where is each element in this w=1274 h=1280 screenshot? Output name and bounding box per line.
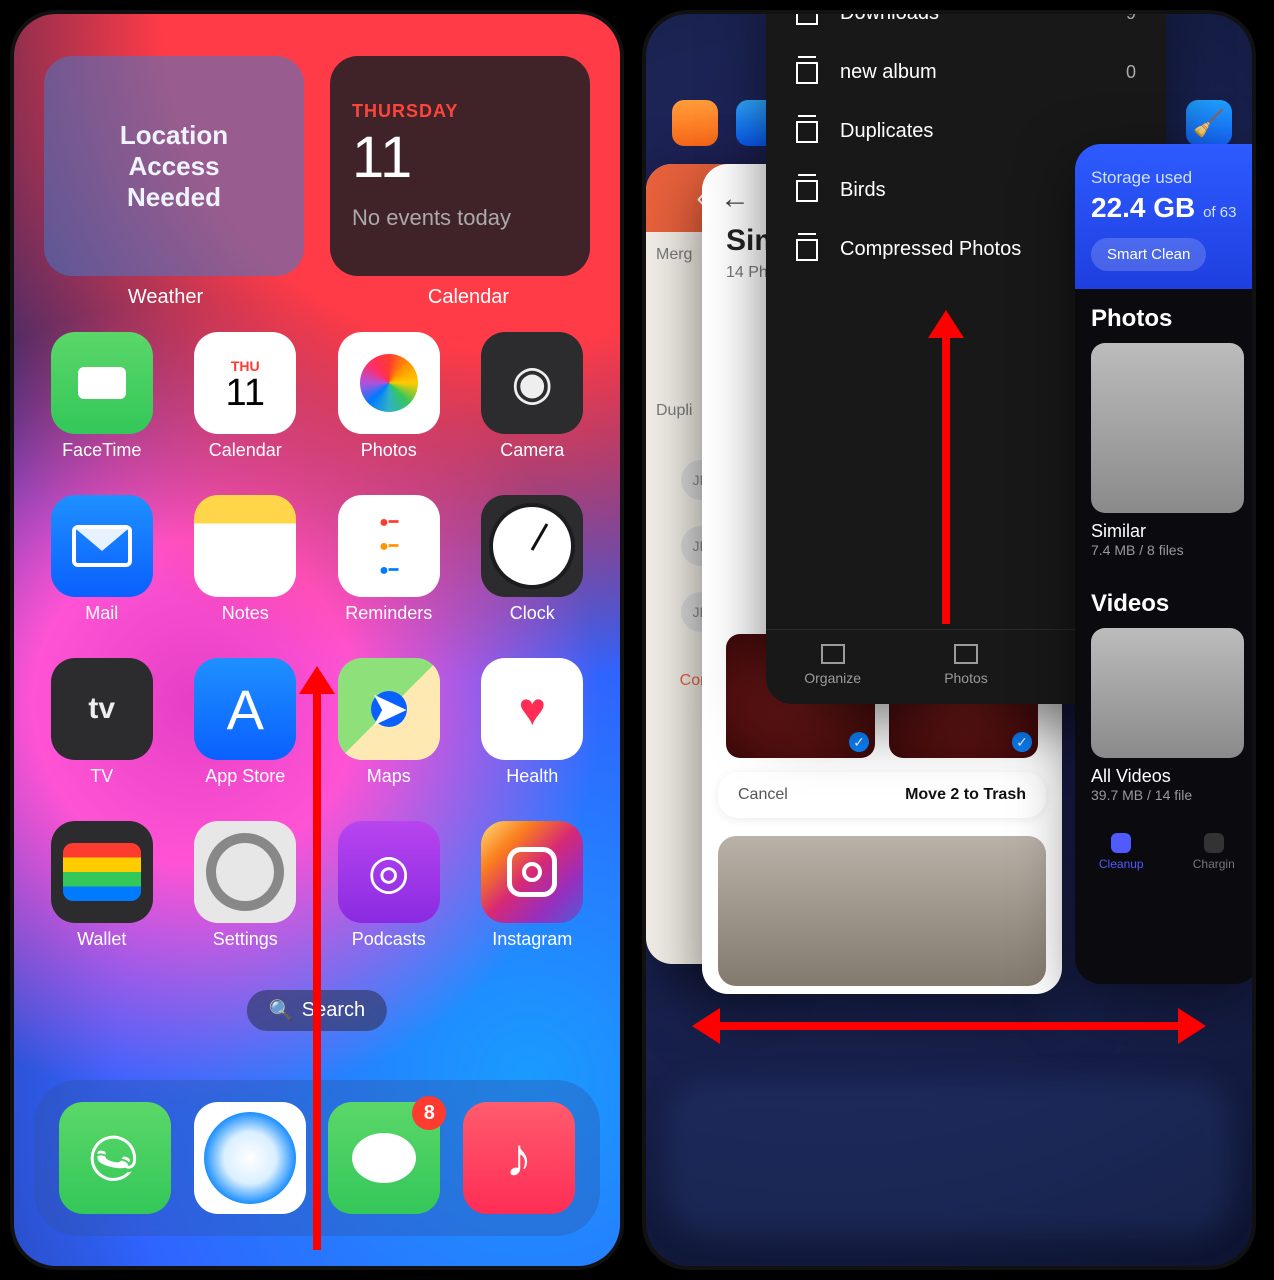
- storage-label: Storage used: [1091, 168, 1244, 188]
- album-row-downloads[interactable]: Downloads9: [766, 10, 1166, 43]
- podcasts-icon: ◎: [338, 821, 440, 923]
- photos-tab-icon: [954, 644, 978, 664]
- tab-organize[interactable]: Organize: [766, 644, 899, 686]
- photos-tile[interactable]: [1091, 343, 1244, 513]
- album-icon: [796, 10, 818, 25]
- annotation-swipe-horizontal-arrow: [716, 1022, 1182, 1030]
- calendar-widget-events: No events today: [352, 205, 568, 231]
- app-mail[interactable]: Mail: [44, 495, 160, 624]
- calendar-widget-label: Calendar: [317, 286, 620, 309]
- similar-label: Similar: [1091, 521, 1244, 542]
- facetime-icon: [51, 332, 153, 434]
- instagram-icon: [481, 821, 583, 923]
- nav-charging[interactable]: Chargin: [1168, 833, 1257, 871]
- calendar-widget-day: THURSDAY: [352, 101, 568, 122]
- cancel-button[interactable]: Cancel: [738, 786, 788, 804]
- app-tv[interactable]: tvTV: [44, 658, 160, 787]
- clock-icon: [481, 495, 583, 597]
- back-arrow-icon[interactable]: ←: [720, 182, 750, 216]
- app-podcasts[interactable]: ◎Podcasts: [331, 821, 447, 950]
- videos-tile[interactable]: [1091, 628, 1244, 758]
- tab-photos[interactable]: Photos: [899, 644, 1032, 686]
- storage-value: 22.4 GB: [1091, 192, 1195, 223]
- app-appstore[interactable]: AApp Store: [188, 658, 304, 787]
- check-icon: ✓: [1012, 732, 1032, 752]
- switcher-card-cleanup[interactable]: Storage used 22.4 GB of 63 Smart Clean P…: [1075, 144, 1256, 984]
- annotation-swipe-up-arrow: [942, 334, 950, 624]
- photo-large-thumbnail[interactable]: [718, 836, 1046, 986]
- weather-widget-label: Weather: [14, 286, 317, 309]
- reminders-icon: ●━●━●━: [338, 495, 440, 597]
- bg-icon-1: [672, 100, 718, 146]
- messages-badge: 8: [412, 1096, 446, 1130]
- dock-app-safari[interactable]: [194, 1102, 306, 1214]
- mail-icon: [51, 495, 153, 597]
- safari-icon: [204, 1112, 296, 1204]
- smart-clean-button[interactable]: Smart Clean: [1091, 238, 1206, 271]
- music-icon: ♪: [505, 1127, 532, 1189]
- album-icon: [796, 121, 818, 143]
- search-label: Search: [302, 999, 365, 1022]
- app-health[interactable]: ♥Health: [475, 658, 591, 787]
- app-clock[interactable]: Clock: [475, 495, 591, 624]
- all-videos-label: All Videos: [1091, 766, 1244, 787]
- bg-icon-cleaner: 🧹: [1186, 100, 1232, 146]
- app-notes[interactable]: Notes: [188, 495, 304, 624]
- similar-sub: 7.4 MB / 8 files: [1091, 542, 1244, 558]
- dock-app-messages[interactable]: 8: [328, 1102, 440, 1214]
- app-calendar[interactable]: THU11Calendar: [188, 332, 304, 461]
- album-icon: [796, 62, 818, 84]
- all-videos-sub: 39.7 MB / 14 file: [1091, 787, 1244, 803]
- wallet-icon: [51, 821, 153, 923]
- cleanup-nav: Cleanup Chargin: [1075, 819, 1256, 881]
- appstore-icon: A: [194, 658, 296, 760]
- phone-left-home-screen: Location Access Needed THURSDAY 11 No ev…: [10, 10, 624, 1270]
- phone-right-app-switcher: 🧹 ‹ Merg Dupli JD JD JD Conta ← Simil 14…: [642, 10, 1256, 1270]
- videos-heading: Videos: [1091, 590, 1244, 618]
- camera-icon: ◉: [481, 332, 583, 434]
- photos-heading: Photos: [1091, 305, 1244, 333]
- album-icon: [796, 239, 818, 261]
- app-settings[interactable]: Settings: [188, 821, 304, 950]
- move-to-trash-button[interactable]: Move 2 to Trash: [905, 786, 1026, 804]
- maps-icon: ➤: [338, 658, 440, 760]
- phone-icon: ✆: [76, 1127, 154, 1189]
- album-icon: [796, 180, 818, 202]
- check-icon: ✓: [849, 732, 869, 752]
- home-icon: [1111, 833, 1131, 853]
- app-wallet[interactable]: Wallet: [44, 821, 160, 950]
- dock-app-phone[interactable]: ✆: [59, 1102, 171, 1214]
- dock-app-music[interactable]: ♪: [463, 1102, 575, 1214]
- photos-icon: [338, 332, 440, 434]
- settings-icon: [194, 821, 296, 923]
- organize-icon: [821, 644, 845, 664]
- nav-cleanup[interactable]: Cleanup: [1075, 833, 1168, 871]
- weather-widget-text: Location Access Needed: [66, 120, 282, 213]
- battery-icon: [1204, 833, 1224, 853]
- app-maps[interactable]: ➤Maps: [331, 658, 447, 787]
- app-reminders[interactable]: ●━●━●━Reminders: [331, 495, 447, 624]
- annotation-swipe-up-arrow: [313, 690, 321, 1250]
- calendar-widget-date: 11: [352, 124, 568, 191]
- dock-blurred: [666, 1080, 1232, 1236]
- album-row-new-album[interactable]: new album0: [766, 43, 1166, 102]
- app-camera[interactable]: ◉Camera: [475, 332, 591, 461]
- calendar-icon: THU11: [194, 332, 296, 434]
- app-facetime[interactable]: FaceTime: [44, 332, 160, 461]
- calendar-widget[interactable]: THURSDAY 11 No events today: [330, 56, 590, 276]
- notes-icon: [194, 495, 296, 597]
- storage-of: of 63: [1203, 204, 1236, 221]
- messages-icon: [352, 1133, 416, 1183]
- app-photos[interactable]: Photos: [331, 332, 447, 461]
- health-icon: ♥: [481, 658, 583, 760]
- app-instagram[interactable]: Instagram: [475, 821, 591, 950]
- search-icon: 🔍: [269, 998, 294, 1023]
- tv-icon: tv: [51, 658, 153, 760]
- weather-widget[interactable]: Location Access Needed: [44, 56, 304, 276]
